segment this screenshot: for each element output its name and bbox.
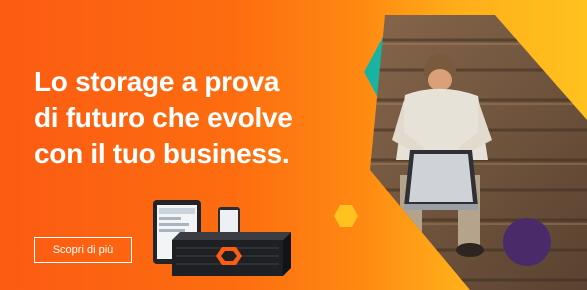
ad-banner[interactable]: Lo storage a prova di futuro che evolve … — [0, 0, 587, 290]
headline-line-3: con il tuo business. — [34, 138, 290, 169]
yellow-hexagon-dot — [334, 205, 358, 227]
purple-circle-shape — [503, 218, 551, 266]
learn-more-button[interactable]: Scopri di più — [34, 237, 132, 263]
banner-headline: Lo storage a prova di futuro che evolve … — [34, 64, 293, 172]
headline-line-1: Lo storage a prova — [34, 66, 280, 97]
headline-line-2: di futuro che evolve — [34, 102, 293, 133]
storage-array-image — [172, 232, 291, 276]
